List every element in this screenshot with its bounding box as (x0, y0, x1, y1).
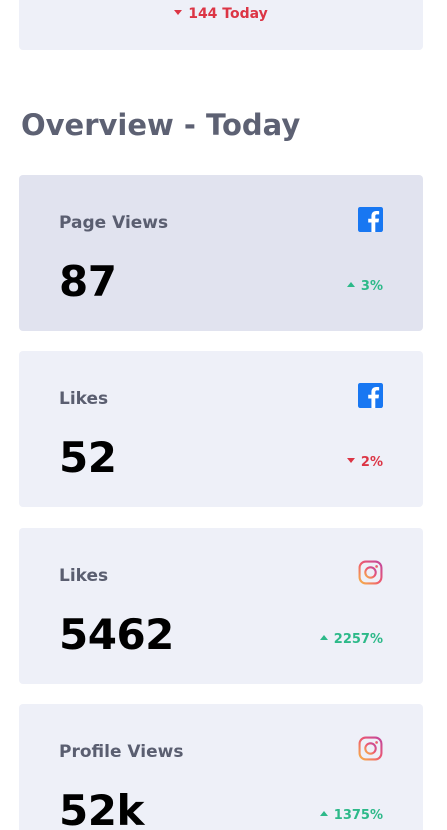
section-title: Overview - Today (21, 108, 301, 142)
facebook-icon (358, 383, 383, 408)
facebook-icon (358, 207, 383, 232)
stat-change: 2% (346, 455, 383, 470)
stat-change: 2257% (319, 632, 383, 647)
stat-label: Likes (59, 566, 109, 586)
stat-card-facebook-page-views[interactable]: Page Views 87 3% (19, 175, 423, 331)
instagram-icon (358, 560, 383, 585)
stat-value: 5462 (59, 610, 174, 659)
arrow-up-icon (346, 282, 355, 287)
stat-label: Page Views (59, 213, 169, 233)
instagram-icon (358, 736, 383, 761)
dashboard-page: 144 Today Overview - Today Page Views 87… (0, 0, 447, 830)
stat-card-instagram-likes[interactable]: Likes 5462 2257% (19, 528, 423, 684)
arrow-up-icon (319, 635, 328, 640)
arrow-down-icon (174, 9, 183, 15)
stat-card-facebook-likes[interactable]: Likes 52 2% (19, 351, 423, 507)
stat-change: 1375% (319, 808, 383, 823)
stat-card-instagram-profile-views[interactable]: Profile Views 52k 1375% (19, 704, 423, 830)
stat-value: 87 (59, 257, 117, 306)
stat-label: Profile Views (59, 742, 184, 762)
stat-change: 3% (346, 279, 383, 294)
followers-change: 144 Today (19, 6, 423, 22)
stat-value: 52 (59, 433, 117, 482)
stat-value: 52k (59, 786, 144, 830)
stat-label: Likes (59, 389, 109, 409)
arrow-down-icon (346, 458, 355, 463)
arrow-up-icon (319, 811, 328, 816)
followers-card[interactable]: 144 Today (19, 0, 423, 50)
